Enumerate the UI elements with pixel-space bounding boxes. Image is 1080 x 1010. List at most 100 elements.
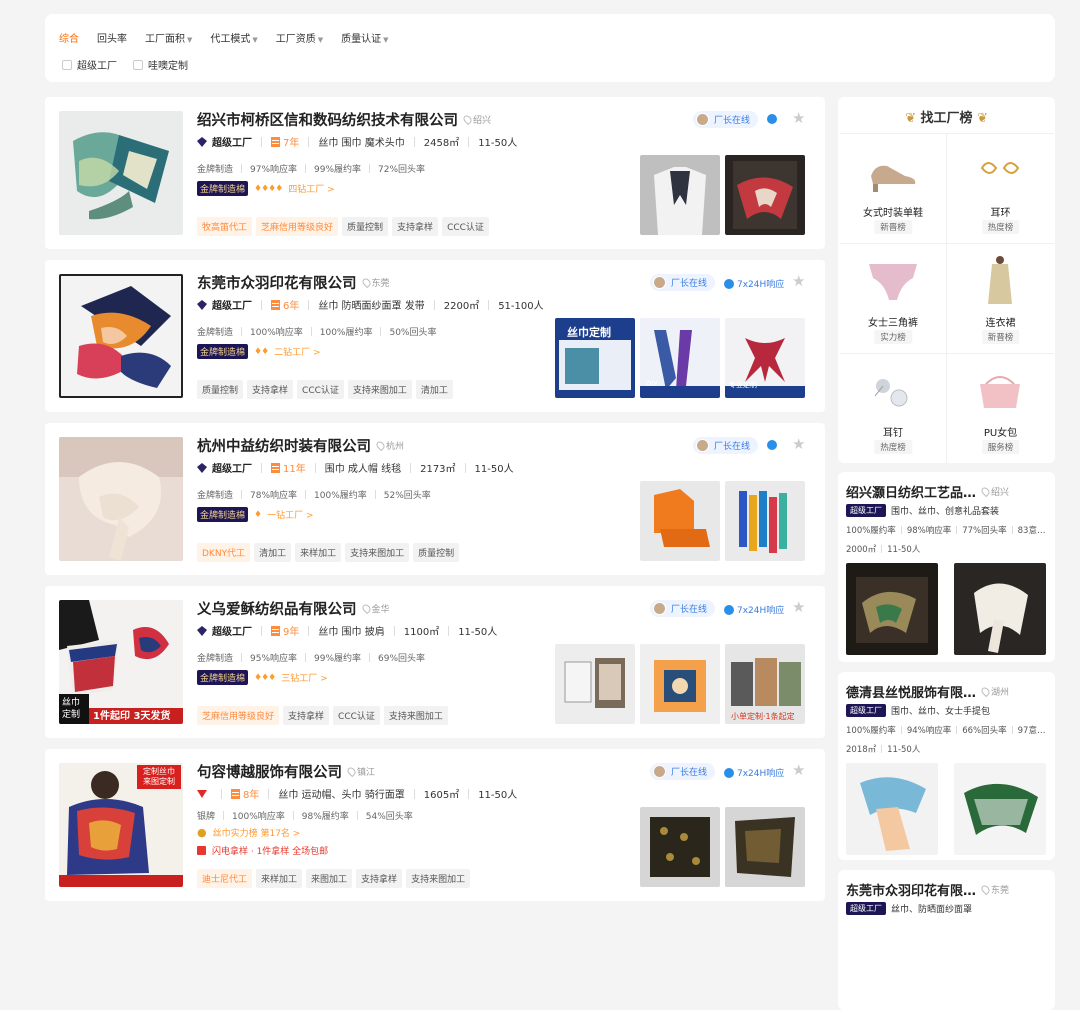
factory-staff: 11-50人: [458, 627, 498, 638]
online-button[interactable]: 厂长在线: [693, 437, 759, 454]
factory-name-text: 东莞市众羽印花有限公司: [197, 276, 357, 292]
tag-list: 芝麻信用等级良好 支持拿样 CCC认证 支持来图加工: [197, 706, 448, 725]
filter-tab-factory-area[interactable]: 工厂面积 ▼: [145, 30, 192, 45]
factory-thumbnail[interactable]: 1件起印 3天发货 丝巾定制: [59, 600, 183, 724]
factory-card[interactable]: 杭州中益纺织时装有限公司 杭州 超级工厂 11年 围巾 成人帽 线毯 2173㎡ …: [45, 423, 825, 575]
side-factory-card[interactable]: 东莞市众羽印花有限… 东莞 超级工厂 丝巾、防晒面纱面罩: [838, 870, 1055, 1010]
product-image[interactable]: 丝巾定制: [555, 318, 635, 398]
factory-name[interactable]: 杭州中益纺织时装有限公司 杭州: [197, 435, 404, 456]
ranking-item-badge: 实力榜: [874, 330, 912, 344]
online-button[interactable]: 厂长在线: [693, 111, 759, 128]
product-image[interactable]: [725, 807, 805, 887]
tag: 迪士尼代工: [197, 869, 253, 888]
divider: [221, 788, 222, 799]
checkbox-box[interactable]: [62, 59, 72, 70]
favorite-star-icon[interactable]: ★: [792, 761, 805, 779]
side-factory-card[interactable]: 德清县丝悦服饰有限… 湖州 超级工厂 围巾、丝巾、女士手提包 100%履约率 94%响…: [838, 672, 1055, 860]
product-photo: [640, 481, 720, 561]
product-image[interactable]: 小单定制·1条起定: [725, 644, 805, 724]
product-image[interactable]: [725, 155, 805, 235]
factory-thumbnail[interactable]: [59, 437, 183, 561]
factory-card[interactable]: 定制丝巾 来图定制 句容博越服饰有限公司 镇江 8年 丝巾 运动帽、头巾 骑行面罩…: [45, 749, 825, 901]
product-image[interactable]: [846, 763, 938, 855]
product-photo: [640, 807, 720, 887]
super-factory-badge: 超级工厂: [846, 704, 886, 717]
side-factory-name[interactable]: 绍兴灏日纺织工艺品… 绍兴: [846, 482, 1009, 501]
factory-area: 2173㎡: [420, 464, 456, 475]
factory-name[interactable]: 句容博越服饰有限公司 镇江: [197, 761, 375, 782]
filter-tab-quality-cert[interactable]: 质量认证 ▼: [341, 30, 388, 45]
favorite-star-icon[interactable]: ★: [792, 435, 805, 453]
factory-thumbnail[interactable]: [59, 274, 183, 398]
super-factory-checkbox[interactable]: 超级工厂: [62, 57, 117, 72]
rank-link[interactable]: 一钻工厂 >: [267, 508, 313, 521]
filter-tab-comprehensive[interactable]: 综合: [59, 30, 79, 45]
side-factory-name[interactable]: 东莞市众羽印花有限… 东莞: [846, 880, 1009, 899]
side-factory-card[interactable]: 绍兴灏日纺织工艺品… 绍兴 超级工厂 围巾、丝巾、创意礼品套装 100%履约率 98%…: [838, 472, 1055, 662]
scarf-image: [61, 276, 181, 396]
tag: 支持来图加工: [406, 869, 471, 888]
factory-card[interactable]: 1件起印 3天发货 丝巾定制 义乌爱稣纺织品有限公司 金华 超级工厂 9年 丝巾 …: [45, 586, 825, 738]
factory-name[interactable]: 绍兴市柯桥区信和数码纺织技术有限公司 绍兴: [197, 109, 491, 130]
favorite-star-icon[interactable]: ★: [792, 109, 805, 127]
filter-tab-repeat-rate[interactable]: 回头率: [97, 30, 127, 45]
rank-link[interactable]: 三钻工厂 >: [281, 671, 327, 684]
product-image[interactable]: [640, 807, 720, 887]
favorite-star-icon[interactable]: ★: [792, 272, 805, 290]
online-button[interactable]: 厂长在线: [650, 763, 716, 780]
checkbox-box[interactable]: [133, 59, 143, 70]
factory-stats: 银牌 100%响应率 98%履约率 54%回头率: [197, 809, 413, 822]
factory-thumbnail[interactable]: 定制丝巾 来图定制: [59, 763, 183, 887]
ranking-item[interactable]: 女士三角裤 实力榜: [840, 243, 947, 353]
divider: [413, 788, 415, 799]
product-image[interactable]: [640, 644, 720, 724]
stat-response: 100%响应率: [232, 812, 285, 822]
online-button[interactable]: 厂长在线: [650, 274, 716, 291]
chevron-down-icon: ▼: [317, 36, 324, 44]
product-image[interactable]: [555, 644, 635, 724]
product-image[interactable]: [640, 481, 720, 561]
online-button[interactable]: 厂长在线: [650, 600, 716, 617]
side-factory-meta: 超级工厂 围巾、丝巾、女士手提包: [846, 704, 990, 717]
factory-location: 东莞: [979, 883, 1009, 896]
ranking-item[interactable]: 女式时装单鞋 新晋榜: [840, 133, 947, 243]
product-image[interactable]: 专业定制: [725, 318, 805, 398]
product-image[interactable]: [640, 155, 720, 235]
service-icon-wrap[interactable]: [767, 114, 777, 124]
rank-link[interactable]: 丝巾实力榜 第17名 >: [213, 826, 301, 839]
ranking-item[interactable]: PU女包 服务榜: [947, 353, 1054, 463]
factory-name[interactable]: 义乌爱稣纺织品有限公司 金华: [197, 598, 390, 619]
product-image[interactable]: [846, 563, 938, 655]
service-icon-wrap[interactable]: [767, 440, 777, 450]
factory-thumbnail[interactable]: [59, 111, 183, 235]
product-image[interactable]: [725, 481, 805, 561]
filter-tab-factory-qualification[interactable]: 工厂资质 ▼: [276, 30, 323, 45]
divider: [468, 136, 470, 147]
product-image[interactable]: [954, 763, 1046, 855]
factory-card[interactable]: 东莞市众羽印花有限公司 东莞 超级工厂 6年 丝巾 防晒面纱面罩 发带 2200㎡…: [45, 260, 825, 412]
product-image[interactable]: [954, 563, 1046, 655]
custom-checkbox[interactable]: 哇噢定制: [133, 57, 188, 72]
service-icon: [724, 604, 734, 615]
ranking-item[interactable]: 连衣裙 新晋榜: [947, 243, 1054, 353]
service-response[interactable]: 7x24H响应: [724, 277, 784, 290]
ranking-item[interactable]: 耳环 热度榜: [947, 133, 1054, 243]
factory-area: 2458㎡: [423, 138, 460, 149]
side-factory-name[interactable]: 德清县丝悦服饰有限… 湖州: [846, 682, 1009, 701]
factory-card[interactable]: 绍兴市柯桥区信和数码纺织技术有限公司 绍兴 超级工厂 7年 丝巾 围巾 魔术头巾 …: [45, 97, 825, 249]
stat: 100%履约率: [846, 726, 896, 736]
factory-name[interactable]: 东莞市众羽印花有限公司 东莞: [197, 272, 390, 293]
filter-tab-oem-mode[interactable]: 代工模式 ▼: [210, 30, 257, 45]
factory-location: 湖州: [979, 685, 1009, 698]
favorite-star-icon[interactable]: ★: [792, 598, 805, 616]
rank-link[interactable]: 四钻工厂 >: [288, 182, 334, 195]
side-factory-staff: 11-50人: [887, 545, 921, 555]
service-response[interactable]: 7x24H响应: [724, 766, 784, 779]
factory-stats: 金牌制造 95%响应率 99%履约率 69%回头率: [197, 651, 425, 664]
bag-image: [980, 376, 1020, 408]
tag: 来样加工: [256, 869, 303, 888]
ranking-item[interactable]: 耳钉 热度榜: [840, 353, 947, 463]
service-response[interactable]: 7x24H响应: [724, 603, 784, 616]
product-image[interactable]: DIY: [640, 318, 720, 398]
rank-link[interactable]: 二钻工厂 >: [274, 345, 320, 358]
